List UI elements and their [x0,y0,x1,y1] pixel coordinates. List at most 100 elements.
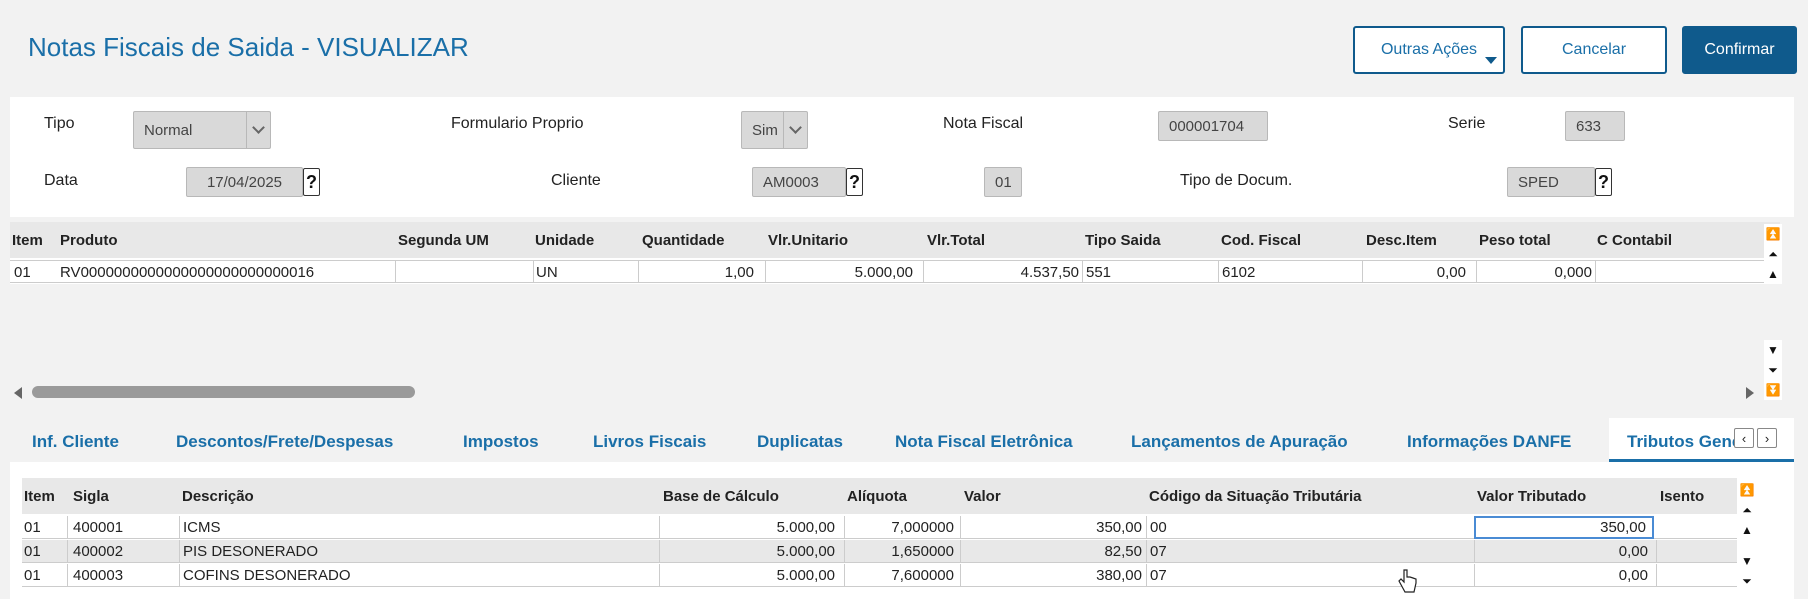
column-header[interactable]: Tipo Saida [1085,232,1161,249]
column-header[interactable]: Segunda UM [398,232,489,249]
tipo-documento-help-button[interactable]: ? [1595,168,1612,196]
column-header[interactable]: Desc.Item [1366,232,1437,249]
scroll-up-icon[interactable]: ▲ [1764,264,1782,284]
data-help-button[interactable]: ? [303,168,320,196]
column-header[interactable]: Item [12,232,43,249]
cell-cst: 00 [1150,519,1167,536]
confirm-button[interactable]: Confirmar [1682,26,1797,74]
other-actions-label: Outras Ações [1380,41,1478,58]
cell-produto: RV0000000000000000000000000016 [60,264,315,281]
formulario-value: Sim [752,121,778,139]
column-header[interactable]: Valor [964,488,1001,505]
column-header[interactable]: C Contabil [1597,232,1672,249]
tab-livros-fiscais[interactable]: Livros Fiscais [593,432,706,452]
valor-tributado-input[interactable]: 350,00 [1474,516,1654,539]
column-header[interactable]: Alíquota [847,488,907,505]
serie-field[interactable]: 633 [1565,111,1625,141]
formulario-select[interactable]: Sim [741,111,808,149]
cell-cod-fiscal: 6102 [1222,264,1256,281]
scroll-down-icon[interactable]: ▼ [1764,340,1782,360]
scroll-first-icon[interactable]: ⏫ [1764,224,1782,244]
cell-aliquota: 7,600000 [891,567,954,584]
cell-vlr-unitario: 5.000,00 [854,264,913,281]
column-header[interactable]: Sigla [73,488,109,505]
cell-valor-tributado: 0,00 [1618,543,1648,560]
column-header[interactable]: Descrição [182,488,254,505]
nota-fiscal-field[interactable]: 000001704 [1158,111,1268,141]
column-header[interactable]: Código da Situação Tributária [1149,488,1362,505]
serie-label: Serie [1448,115,1486,132]
column-header[interactable]: Vlr.Unitario [768,232,848,249]
tab-lancamentos-apuracao[interactable]: Lançamentos de Apuração [1131,432,1348,452]
column-header[interactable]: Peso total [1479,232,1551,249]
scroll-first-icon[interactable]: ⏫ [1738,480,1756,500]
scroll-right-icon[interactable] [1746,387,1754,399]
scroll-last-icon[interactable]: ⏬ [1764,380,1782,400]
cell-desc-item: 0,00 [1436,264,1466,281]
tributos-grid-header: Item Sigla Descrição Base de Cálculo Alí… [22,478,1737,514]
table-row[interactable]: 01 RV0000000000000000000000000016 UN 1,0… [10,260,1780,283]
scroll-page-up-icon[interactable]: ⏶ [1738,500,1756,520]
other-actions-button[interactable]: Outras Ações [1353,26,1505,74]
items-vertical-scroll-top: ⏫ ⏶ ▲ [1764,224,1782,284]
scroll-up-icon[interactable]: ▲ [1738,520,1756,540]
scroll-page-up-icon[interactable]: ⏶ [1764,244,1782,264]
cliente-label: Cliente [551,172,601,189]
tab-impostos[interactable]: Impostos [463,432,539,452]
scroll-page-down-icon[interactable]: ⏷ [1764,360,1782,380]
cell-valor: 82,50 [1104,543,1142,560]
cancel-button[interactable]: Cancelar [1521,26,1667,74]
tipo-value: Normal [144,121,193,139]
data-field[interactable]: 17/04/2025 [186,167,303,197]
column-header[interactable]: Isento [1660,488,1704,505]
items-grid: Item Produto Segunda UM Unidade Quantida… [10,222,1780,284]
items-grid-header: Item Produto Segunda UM Unidade Quantida… [10,222,1780,258]
column-header[interactable]: Valor Tributado [1477,488,1586,505]
cell-descricao: PIS DESONERADO [183,543,319,560]
cell-vlr-total: 4.537,50 [1020,264,1079,281]
cliente-field[interactable]: AM0003 [752,167,846,197]
column-header[interactable]: Unidade [535,232,594,249]
cell-cst: 07 [1150,543,1167,560]
cell-tipo-saida: 551 [1086,264,1112,281]
scroll-down-icon[interactable]: ▼ [1738,551,1756,571]
tab-nota-fiscal-eletronica[interactable]: Nota Fiscal Eletrônica [895,432,1073,452]
table-row[interactable]: 01 400002 PIS DESONERADO 5.000,00 1,6500… [22,540,1737,563]
column-header[interactable]: Quantidade [642,232,725,249]
table-row[interactable]: 01 400001 ICMS 5.000,00 7,000000 350,00 … [22,516,1737,539]
cell-descricao: COFINS DESONERADO [183,567,351,584]
tab-prev-icon[interactable]: ‹ [1734,428,1754,448]
cell-quantidade: 1,00 [724,264,754,281]
page-title: Notas Fiscais de Saida - VISUALIZAR [28,32,469,62]
column-header[interactable]: Base de Cálculo [663,488,779,505]
cell-aliquota: 7,000000 [891,519,954,536]
cell-sigla: 400003 [73,567,124,584]
cell-cst: 07 [1150,567,1167,584]
scroll-page-down-icon[interactable]: ⏷ [1738,571,1756,591]
tipo-select[interactable]: Normal [133,111,271,149]
tab-duplicatas[interactable]: Duplicatas [757,432,843,452]
cell-item: 01 [24,567,41,584]
tributos-vertical-scroll-bottom: ▼ ⏷ [1738,551,1756,591]
horizontal-scrollbar-thumb[interactable] [32,386,415,398]
tipo-documento-label: Tipo de Docum. [1180,172,1293,189]
table-row[interactable]: 01 400003 COFINS DESONERADO 5.000,00 7,6… [22,564,1737,587]
loja-field[interactable]: 01 [984,167,1022,197]
column-header[interactable]: Vlr.Total [927,232,985,249]
tab-inf-cliente[interactable]: Inf. Cliente [32,432,119,452]
cell-sigla: 400002 [73,543,124,560]
chevron-down-icon [246,112,270,148]
tab-next-icon[interactable]: › [1757,428,1777,448]
cliente-help-button[interactable]: ? [846,168,863,196]
tipo-label: Tipo [44,115,75,132]
hand-cursor-icon [1398,569,1417,593]
cell-item: 01 [24,543,41,560]
column-header[interactable]: Item [24,488,55,505]
tab-informacoes-danfe[interactable]: Informações DANFE [1407,432,1571,452]
tipo-documento-field[interactable]: SPED [1507,167,1595,197]
column-header[interactable]: Produto [60,232,118,249]
column-header[interactable]: Cod. Fiscal [1221,232,1301,249]
scroll-left-icon[interactable] [14,387,22,399]
cell-valor: 380,00 [1096,567,1142,584]
tab-descontos[interactable]: Descontos/Frete/Despesas [176,432,393,452]
